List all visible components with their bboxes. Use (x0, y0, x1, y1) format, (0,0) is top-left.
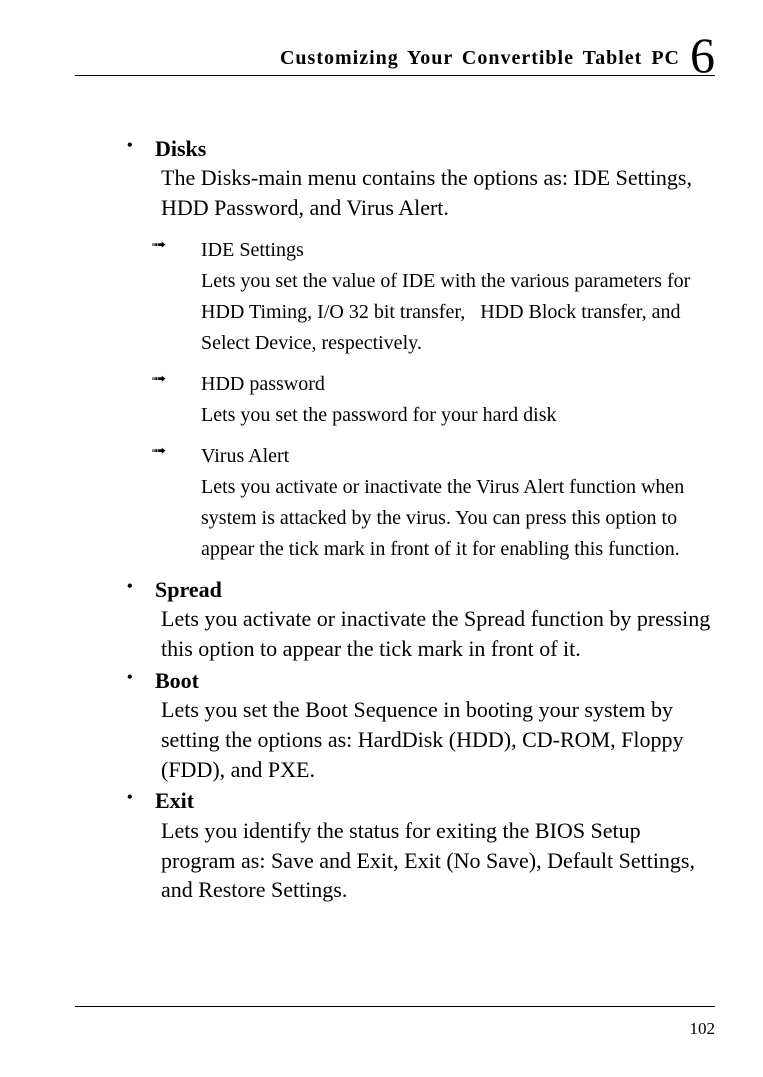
page-number: 102 (690, 1019, 716, 1038)
section-exit: Exit Lets you identify the status for ex… (125, 786, 715, 905)
page-header: Customizing Your Convertible Tablet PC 6 (75, 26, 715, 76)
section-body: Lets you identify the status for exiting… (155, 816, 715, 905)
chapter-number: 6 (690, 34, 715, 77)
section-list: Disks The Disks-main menu contains the o… (125, 134, 715, 906)
sub-title: HDD password (201, 369, 715, 400)
page-footer: 102 (75, 1006, 715, 1039)
section-spread: Spread Lets you activate or inactivate t… (125, 575, 715, 664)
sub-hdd-password: HDD password Lets you set the password f… (153, 369, 715, 431)
section-title: Spread (155, 575, 715, 605)
header-title: Customizing Your Convertible Tablet PC (280, 48, 680, 68)
sub-list: IDE Settings Lets you set the value of I… (153, 235, 715, 565)
section-title: Boot (155, 666, 715, 696)
section-boot: Boot Lets you set the Boot Sequence in b… (125, 666, 715, 785)
section-title: Disks (155, 134, 715, 164)
page-content: Disks The Disks-main menu contains the o… (75, 134, 715, 906)
section-body: Lets you set the Boot Sequence in bootin… (155, 695, 715, 784)
section-title: Exit (155, 786, 715, 816)
section-disks: Disks The Disks-main menu contains the o… (125, 134, 715, 565)
section-body: The Disks-main menu contains the options… (155, 163, 715, 222)
sub-body: Lets you activate or inactivate the Viru… (201, 472, 715, 565)
sub-title: IDE Settings (201, 235, 715, 266)
sub-body: Lets you set the value of IDE with the v… (201, 266, 715, 359)
section-body: Lets you activate or inactivate the Spre… (155, 604, 715, 663)
sub-virus-alert: Virus Alert Lets you activate or inactiv… (153, 441, 715, 565)
sub-title: Virus Alert (201, 441, 715, 472)
sub-body: Lets you set the password for your hard … (201, 400, 715, 431)
sub-ide-settings: IDE Settings Lets you set the value of I… (153, 235, 715, 359)
